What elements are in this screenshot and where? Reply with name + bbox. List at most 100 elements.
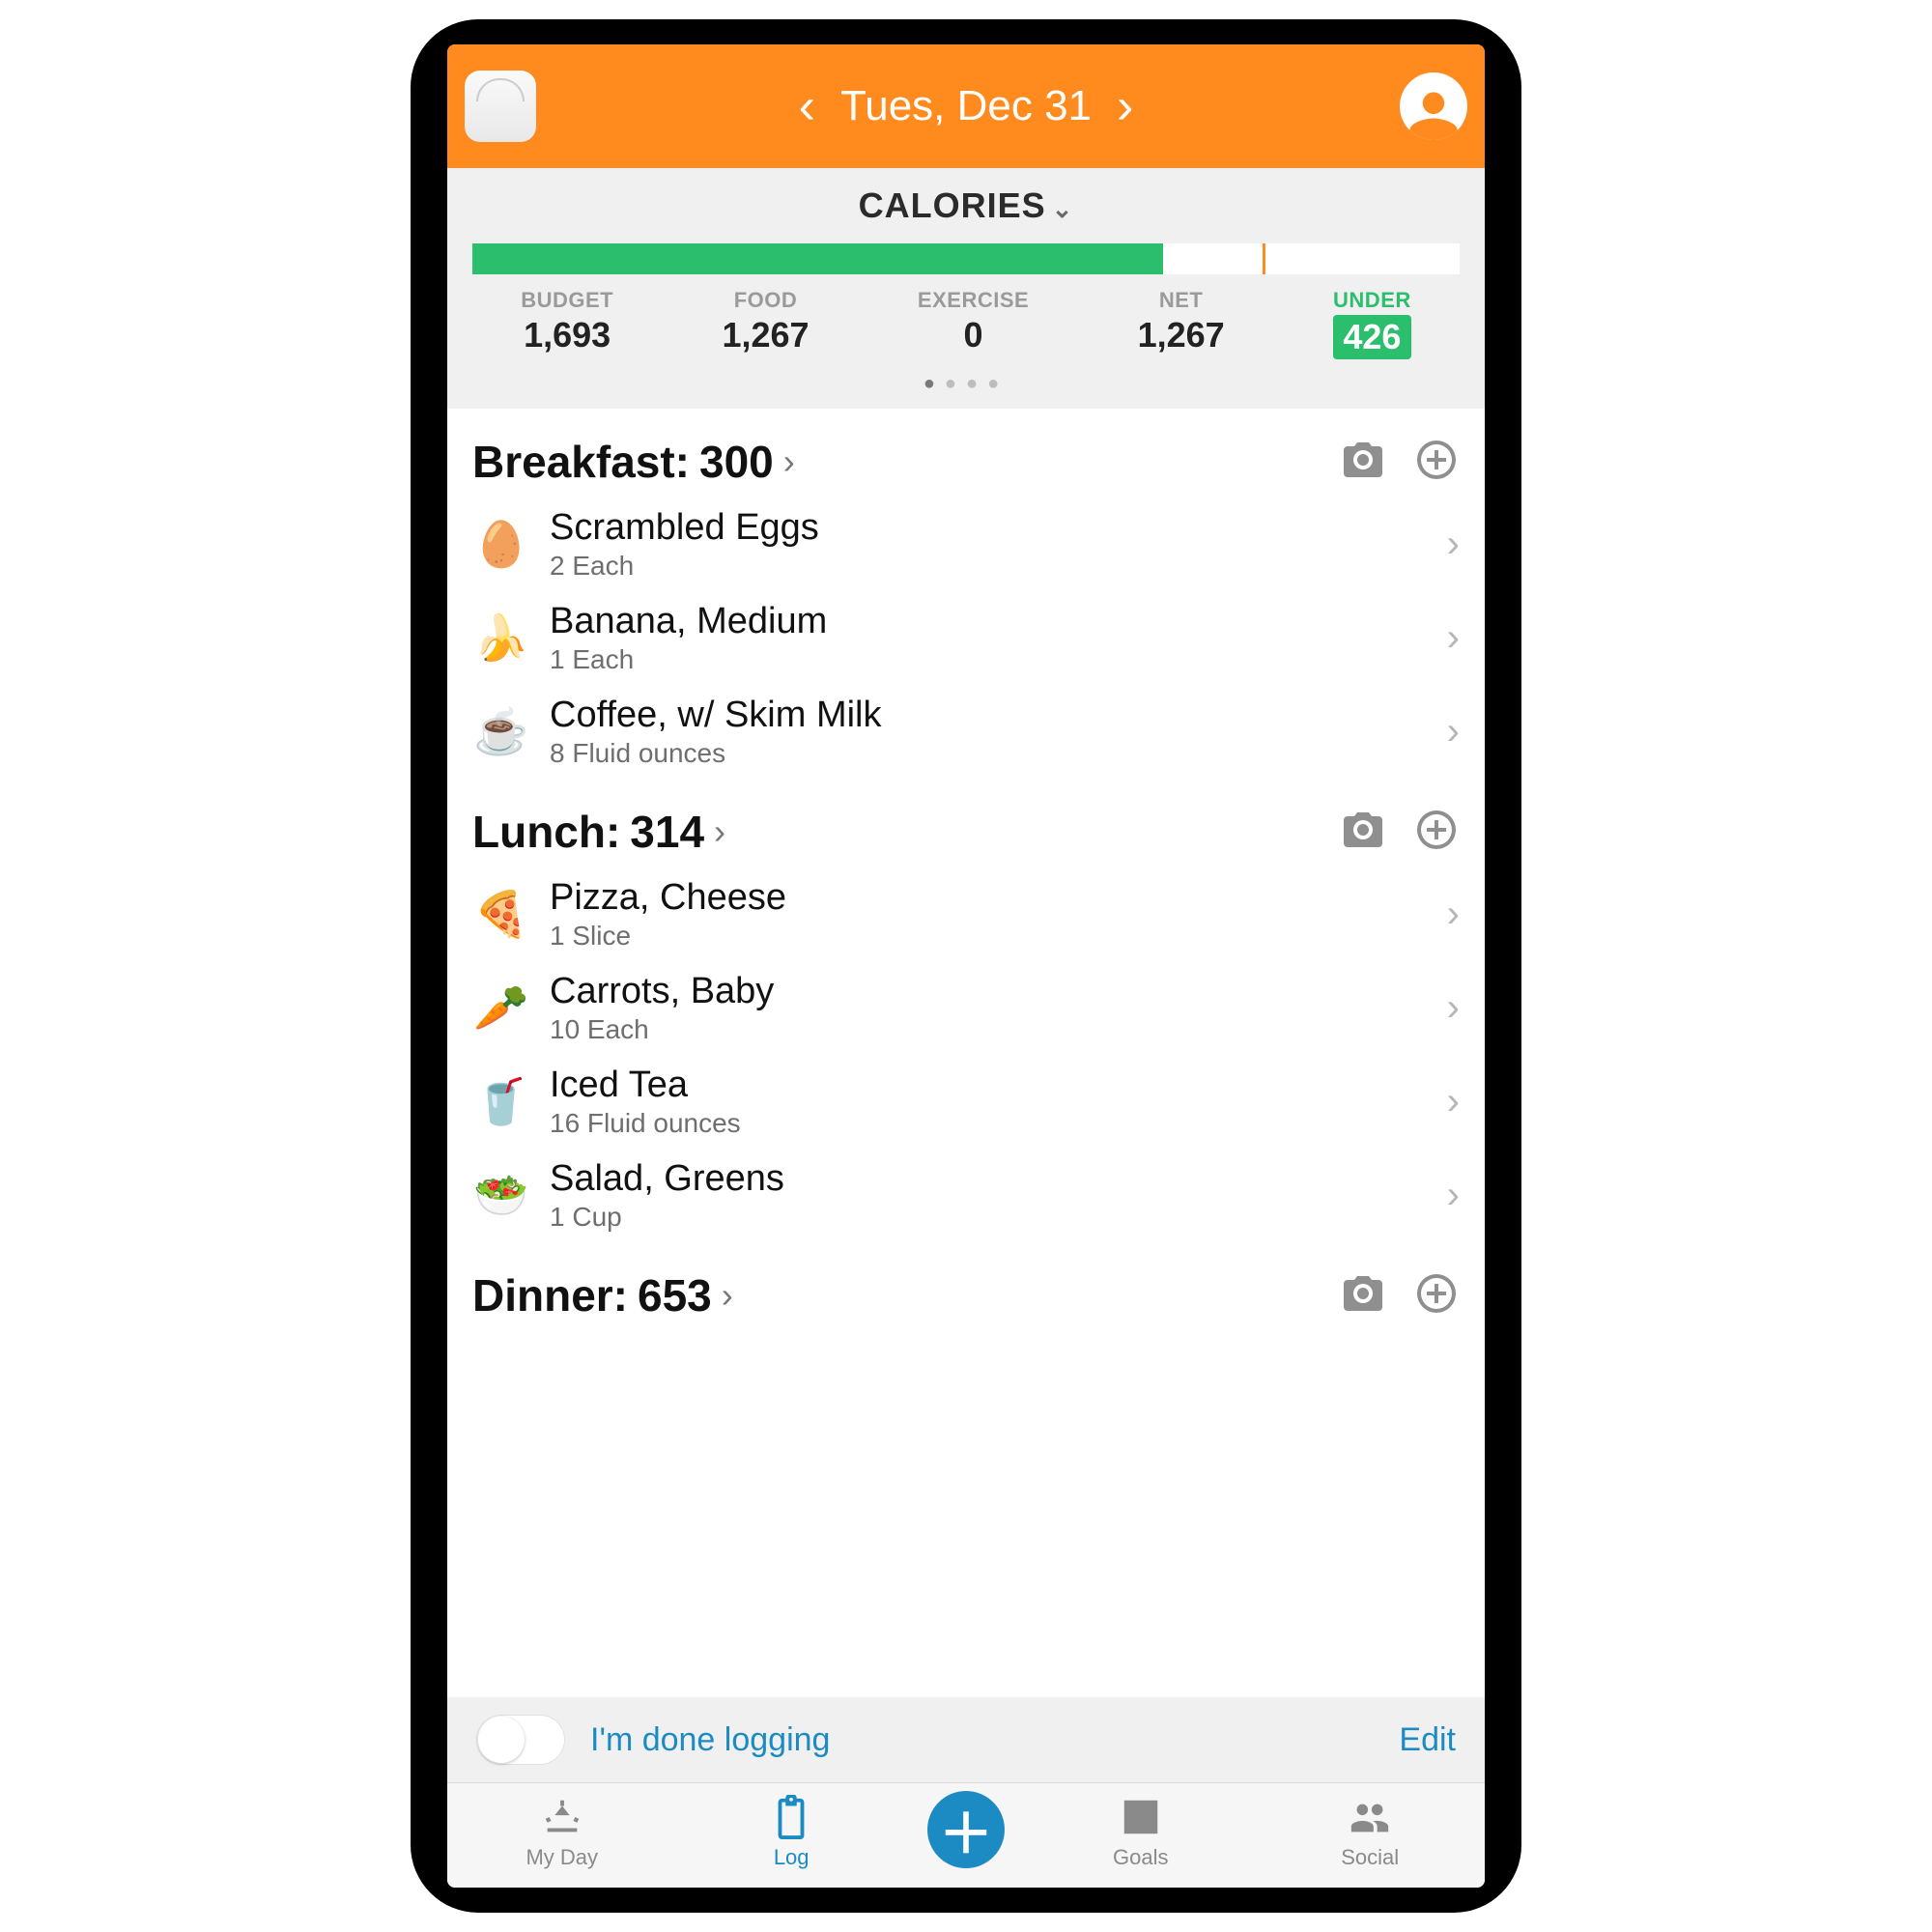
chevron-right-icon: › [1447, 893, 1460, 936]
meal-header: Dinner: 653› [447, 1242, 1485, 1331]
meal-calories: 300 [699, 436, 774, 488]
food-row[interactable]: 🥤Iced Tea16 Fluid ounces› [447, 1055, 1485, 1149]
food-quantity: 1 Slice [550, 921, 1447, 952]
stat-label: UNDER [1333, 288, 1411, 313]
done-logging-label: I'm done logging [590, 1721, 830, 1759]
calories-dropdown[interactable]: CALORIES⌄ [467, 185, 1465, 226]
tab-label: Log [774, 1845, 810, 1869]
stat-value: 426 [1333, 315, 1411, 359]
meal-calories: 653 [638, 1269, 712, 1321]
food-text: Banana, Medium1 Each [550, 601, 1447, 675]
add-food-icon[interactable] [1413, 1270, 1460, 1321]
meal-title[interactable]: Breakfast: 300› [472, 436, 795, 488]
food-icon: 🍕 [472, 886, 530, 944]
edit-button[interactable]: Edit [1399, 1721, 1456, 1759]
done-logging-bar: I'm done logging Edit [447, 1697, 1485, 1782]
stat-exercise: EXERCISE 0 [918, 288, 1029, 359]
food-name: Salad, Greens [550, 1158, 1447, 1200]
stat-value: 1,267 [722, 315, 809, 355]
food-row[interactable]: 🍕Pizza, Cheese1 Slice› [447, 867, 1485, 961]
meal-name: Dinner: [472, 1269, 628, 1321]
food-name: Scrambled Eggs [550, 507, 1447, 549]
stat-label: NET [1138, 288, 1225, 313]
calorie-stats: BUDGET 1,693 FOOD 1,267 EXERCISE 0 NET 1… [467, 288, 1465, 359]
meal-title[interactable]: Lunch: 314› [472, 806, 725, 858]
chevron-right-icon: › [1447, 616, 1460, 660]
stat-label: EXERCISE [918, 288, 1029, 313]
meal-name: Breakfast: [472, 436, 690, 488]
camera-icon[interactable] [1340, 807, 1386, 858]
chevron-right-icon: › [1447, 710, 1460, 753]
meal-header: Lunch: 314› [447, 779, 1485, 867]
stat-budget: BUDGET 1,693 [521, 288, 613, 359]
stat-label: BUDGET [521, 288, 613, 313]
food-quantity: 1 Cup [550, 1202, 1447, 1233]
chevron-right-icon: › [1447, 523, 1460, 566]
tab-log[interactable]: Log [698, 1795, 885, 1870]
food-row[interactable]: 🥗Salad, Greens1 Cup› [447, 1149, 1485, 1242]
people-icon [1345, 1795, 1395, 1839]
meal-name: Lunch: [472, 806, 620, 858]
date-navigator: ‹ Tues, Dec 31 › [799, 81, 1134, 131]
stat-food: FOOD 1,267 [722, 288, 809, 359]
calories-summary: CALORIES⌄ BUDGET 1,693 FOOD 1,267 EXERCI… [447, 168, 1485, 409]
food-row[interactable]: 🍌 Banana, Medium1 Each› [447, 591, 1485, 685]
tab-goals[interactable]: Goals [1047, 1795, 1234, 1870]
food-text: Carrots, Baby10 Each [550, 971, 1447, 1045]
meal-title[interactable]: Dinner: 653› [472, 1269, 733, 1321]
food-icon: 🍌 [472, 610, 530, 668]
food-name: Coffee, w/ Skim Milk [550, 695, 1447, 736]
food-icon: 🥗 [472, 1167, 530, 1225]
food-row[interactable]: ☕ Coffee, w/ Skim Milk8 Fluid ounces› [447, 685, 1485, 779]
food-quantity: 1 Each [550, 644, 1447, 675]
tab-bar: My Day Log ＋ Goals Social [447, 1782, 1485, 1888]
food-icon: 🥚 [472, 516, 530, 574]
stat-value: 1,267 [1138, 315, 1225, 355]
page-dots[interactable]: ●●●● [467, 373, 1465, 395]
food-text: Salad, Greens1 Cup [550, 1158, 1447, 1233]
stat-value: 1,693 [521, 315, 613, 355]
stat-label: FOOD [722, 288, 809, 313]
food-icon: 🥕 [472, 980, 530, 1037]
food-name: Banana, Medium [550, 601, 1447, 642]
summary-title-text: CALORIES [859, 185, 1046, 225]
food-quantity: 8 Fluid ounces [550, 738, 1447, 769]
add-button[interactable]: ＋ [927, 1791, 1005, 1868]
calorie-progress-bar [472, 243, 1460, 274]
food-icon: ☕ [472, 703, 530, 761]
meal-calories: 314 [630, 806, 704, 858]
chevron-right-icon: › [714, 811, 725, 852]
food-name: Iced Tea [550, 1065, 1447, 1106]
prev-day-button[interactable]: ‹ [799, 81, 815, 131]
next-day-button[interactable]: › [1117, 81, 1133, 131]
chart-icon [1116, 1795, 1166, 1839]
tab-label: Goals [1113, 1845, 1168, 1869]
food-text: Iced Tea16 Fluid ounces [550, 1065, 1447, 1139]
calorie-budget-mark [1263, 243, 1265, 274]
food-name: Carrots, Baby [550, 971, 1447, 1012]
chevron-down-icon: ⌄ [1052, 194, 1074, 223]
chevron-right-icon: › [722, 1275, 733, 1316]
food-row[interactable]: 🥕Carrots, Baby10 Each› [447, 961, 1485, 1055]
tab-my-day[interactable]: My Day [469, 1795, 655, 1870]
scale-icon[interactable] [465, 71, 536, 142]
add-food-icon[interactable] [1413, 807, 1460, 858]
camera-icon[interactable] [1340, 437, 1386, 488]
camera-icon[interactable] [1340, 1270, 1386, 1321]
done-logging-toggle[interactable] [476, 1715, 565, 1765]
food-text: Coffee, w/ Skim Milk8 Fluid ounces [550, 695, 1447, 769]
add-food-icon[interactable] [1413, 437, 1460, 488]
food-text: Scrambled Eggs2 Each [550, 507, 1447, 582]
stat-under: UNDER 426 [1333, 288, 1411, 359]
food-row[interactable]: 🥚 Scrambled Eggs2 Each› [447, 497, 1485, 591]
current-date[interactable]: Tues, Dec 31 [840, 82, 1092, 130]
tab-social[interactable]: Social [1277, 1795, 1463, 1870]
phone-frame: ‹ Tues, Dec 31 › CALORIES⌄ BUDGET 1,693 [411, 19, 1521, 1913]
meals-container: Breakfast: 300›🥚Scrambled Eggs2 Each›🍌Ba… [447, 409, 1485, 1697]
stat-value: 0 [918, 315, 1029, 355]
clipboard-icon [766, 1795, 816, 1839]
profile-avatar[interactable] [1400, 72, 1467, 140]
tab-label: My Day [526, 1845, 598, 1869]
app-header: ‹ Tues, Dec 31 › [447, 44, 1485, 168]
tab-label: Social [1341, 1845, 1399, 1869]
